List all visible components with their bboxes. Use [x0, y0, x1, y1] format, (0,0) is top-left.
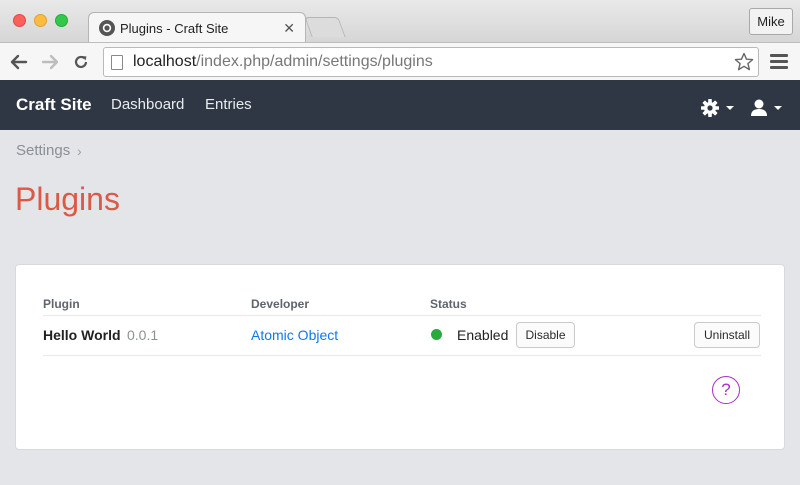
address-bar[interactable]: localhost/index.php/admin/settings/plugi…: [103, 47, 759, 77]
url-text[interactable]: localhost/index.php/admin/settings/plugi…: [133, 53, 433, 71]
tab-title: Plugins - Craft Site: [120, 20, 229, 36]
column-header-plugin: Plugin: [43, 297, 80, 311]
status-text: Enabled: [457, 327, 509, 343]
close-window-button[interactable]: [13, 14, 26, 27]
browser-tab-active[interactable]: Plugins - Craft Site ✕: [88, 12, 306, 43]
breadcrumb-settings[interactable]: Settings: [16, 142, 70, 159]
zoom-window-button[interactable]: [55, 14, 68, 27]
cp-header: Craft Site Dashboard Entries: [0, 80, 800, 130]
nav-entries[interactable]: Entries: [205, 96, 252, 113]
plugin-name: Hello World: [43, 327, 121, 343]
back-arrow-icon[interactable]: [8, 51, 30, 73]
profile-button[interactable]: Mike: [749, 8, 793, 35]
settings-caret-icon[interactable]: [726, 106, 734, 110]
help-icon[interactable]: ?: [712, 376, 740, 404]
breadcrumb-separator: ›: [77, 143, 82, 159]
settings-gear-icon[interactable]: [700, 98, 720, 123]
browser-menu-icon[interactable]: [770, 54, 788, 70]
browser-tab-bar: Plugins - Craft Site ✕ Mike: [0, 0, 800, 43]
user-icon[interactable]: [750, 98, 768, 123]
nav-dashboard[interactable]: Dashboard: [111, 96, 184, 113]
close-tab-icon[interactable]: ✕: [283, 20, 295, 37]
plugin-version: 0.0.1: [127, 327, 159, 343]
craft-favicon-icon: [99, 20, 115, 36]
forward-arrow-icon[interactable]: [39, 51, 61, 73]
user-caret-icon[interactable]: [774, 106, 782, 110]
developer-link[interactable]: Atomic Object: [251, 327, 338, 343]
disable-button[interactable]: Disable: [516, 322, 575, 348]
plugins-panel: Plugin Developer Status Hello World 0.0.…: [15, 264, 785, 450]
site-name-link[interactable]: Craft Site: [16, 95, 92, 115]
column-header-status: Status: [430, 297, 467, 311]
new-tab-button[interactable]: [304, 17, 346, 37]
minimize-window-button[interactable]: [34, 14, 47, 27]
page-title: Plugins: [15, 181, 120, 217]
browser-toolbar: localhost/index.php/admin/settings/plugi…: [0, 42, 800, 80]
header-divider: [43, 315, 761, 316]
reload-icon[interactable]: [70, 51, 92, 73]
row-divider: [43, 355, 761, 356]
uninstall-button[interactable]: Uninstall: [694, 322, 760, 348]
status-enabled-indicator: [431, 329, 442, 340]
page-icon: [111, 54, 123, 70]
bookmark-star-icon[interactable]: [734, 52, 754, 77]
column-header-developer: Developer: [251, 297, 310, 311]
